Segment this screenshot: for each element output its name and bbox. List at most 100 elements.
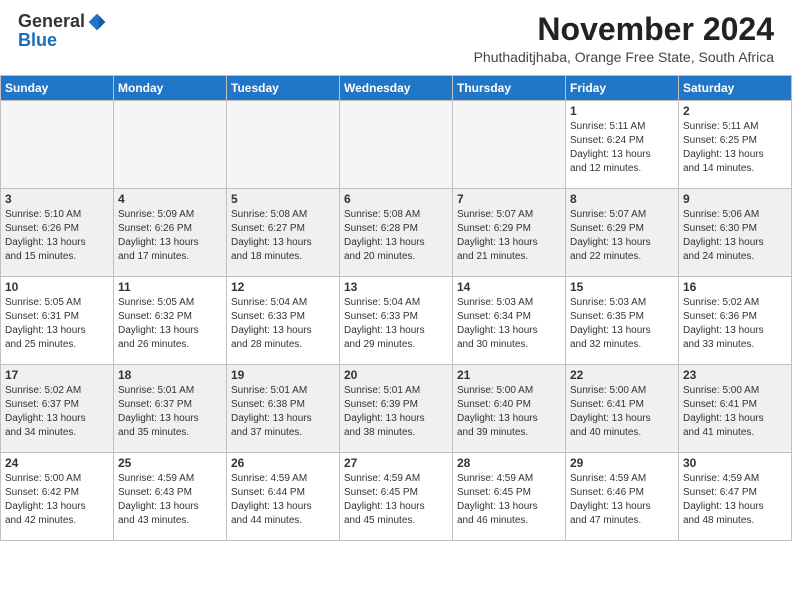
calendar-day-cell: 21Sunrise: 5:00 AM Sunset: 6:40 PM Dayli…: [453, 365, 566, 453]
logo-blue-text: Blue: [18, 30, 57, 51]
calendar-day-cell: 17 Sunrise: 5:02 AM Sunset: 6:37 PM Dayli…: [1, 365, 114, 453]
weekday-header-saturday: Saturday: [679, 76, 792, 101]
day-number: 16: [683, 280, 787, 294]
calendar-day-cell: 25Sunrise: 4:59 AM Sunset: 6:43 PM Dayli…: [114, 453, 227, 541]
day-detail: Sunrise: 4:59 AM Sunset: 6:45 PM Dayligh…: [457, 472, 561, 528]
calendar-table: SundayMondayTuesdayWednesdayThursdayFrid…: [0, 75, 792, 541]
day-number: 10: [5, 280, 109, 294]
calendar-day-cell: 19Sunrise: 5:01 AM Sunset: 6:38 PM Dayli…: [227, 365, 340, 453]
day-number: 4: [118, 192, 222, 206]
calendar-day-cell: [340, 101, 453, 189]
calendar-week-row: 3 Sunrise: 5:10 AM Sunset: 6:26 PM Daylig…: [1, 189, 792, 277]
day-detail: Sunrise: 5:02 AM Sunset: 6:37 PM Dayligh…: [5, 384, 109, 440]
day-number: 14: [457, 280, 561, 294]
calendar-day-cell: 24 Sunrise: 5:00 AM Sunset: 6:42 PM Dayli…: [1, 453, 114, 541]
calendar-week-row: 10Sunrise: 5:05 AM Sunset: 6:31 PM Dayli…: [1, 277, 792, 365]
calendar-day-cell: [1, 101, 114, 189]
calendar-day-cell: 10Sunrise: 5:05 AM Sunset: 6:31 PM Dayli…: [1, 277, 114, 365]
calendar-day-cell: 27Sunrise: 4:59 AM Sunset: 6:45 PM Dayli…: [340, 453, 453, 541]
day-detail: Sunrise: 5:04 AM Sunset: 6:33 PM Dayligh…: [231, 296, 335, 352]
day-detail: Sunrise: 5:08 AM Sunset: 6:28 PM Dayligh…: [344, 208, 448, 264]
day-number: 26: [231, 456, 335, 470]
day-detail: Sunrise: 4:59 AM Sunset: 6:45 PM Dayligh…: [344, 472, 448, 528]
calendar-day-cell: 12 Sunrise: 5:04 AM Sunset: 6:33 PM Dayli…: [227, 277, 340, 365]
location-title: Phuthaditjhaba, Orange Free State, South…: [474, 49, 774, 65]
day-number: 24: [5, 456, 109, 470]
calendar-day-cell: [227, 101, 340, 189]
day-detail: Sunrise: 5:09 AM Sunset: 6:26 PM Dayligh…: [118, 208, 222, 264]
day-detail: Sunrise: 5:00 AM Sunset: 6:42 PM Dayligh…: [5, 472, 109, 528]
weekday-header-sunday: Sunday: [1, 76, 114, 101]
calendar-week-row: 17 Sunrise: 5:02 AM Sunset: 6:37 PM Dayli…: [1, 365, 792, 453]
month-title: November 2024: [474, 12, 774, 47]
day-number: 17: [5, 368, 109, 382]
day-number: 30: [683, 456, 787, 470]
calendar-day-cell: 11 Sunrise: 5:05 AM Sunset: 6:32 PM Dayli…: [114, 277, 227, 365]
logo-icon: [87, 12, 107, 32]
calendar-week-row: 24 Sunrise: 5:00 AM Sunset: 6:42 PM Dayli…: [1, 453, 792, 541]
day-detail: Sunrise: 5:00 AM Sunset: 6:41 PM Dayligh…: [683, 384, 787, 440]
weekday-header-thursday: Thursday: [453, 76, 566, 101]
day-number: 29: [570, 456, 674, 470]
day-detail: Sunrise: 5:05 AM Sunset: 6:32 PM Dayligh…: [118, 296, 222, 352]
day-detail: Sunrise: 4:59 AM Sunset: 6:46 PM Dayligh…: [570, 472, 674, 528]
day-number: 25: [118, 456, 222, 470]
calendar-day-cell: 7 Sunrise: 5:07 AM Sunset: 6:29 PM Daylig…: [453, 189, 566, 277]
calendar-day-cell: 29 Sunrise: 4:59 AM Sunset: 6:46 PM Dayli…: [566, 453, 679, 541]
calendar-day-cell: [114, 101, 227, 189]
day-number: 18: [118, 368, 222, 382]
calendar-day-cell: 20 Sunrise: 5:01 AM Sunset: 6:39 PM Dayli…: [340, 365, 453, 453]
day-detail: Sunrise: 5:07 AM Sunset: 6:29 PM Dayligh…: [570, 208, 674, 264]
day-number: 6: [344, 192, 448, 206]
day-number: 28: [457, 456, 561, 470]
day-detail: Sunrise: 4:59 AM Sunset: 6:47 PM Dayligh…: [683, 472, 787, 528]
day-detail: Sunrise: 5:00 AM Sunset: 6:41 PM Dayligh…: [570, 384, 674, 440]
day-number: 23: [683, 368, 787, 382]
day-detail: Sunrise: 5:11 AM Sunset: 6:24 PM Dayligh…: [570, 120, 674, 176]
calendar-day-cell: 8 Sunrise: 5:07 AM Sunset: 6:29 PM Daylig…: [566, 189, 679, 277]
day-detail: Sunrise: 4:59 AM Sunset: 6:44 PM Dayligh…: [231, 472, 335, 528]
page-header: General Blue November 2024 Phuthaditjhab…: [0, 0, 792, 71]
calendar-day-cell: 16 Sunrise: 5:02 AM Sunset: 6:36 PM Dayli…: [679, 277, 792, 365]
calendar-day-cell: 22 Sunrise: 5:00 AM Sunset: 6:41 PM Dayli…: [566, 365, 679, 453]
day-detail: Sunrise: 5:08 AM Sunset: 6:27 PM Dayligh…: [231, 208, 335, 264]
day-detail: Sunrise: 5:01 AM Sunset: 6:37 PM Dayligh…: [118, 384, 222, 440]
title-block: November 2024 Phuthaditjhaba, Orange Fre…: [474, 12, 774, 65]
weekday-header-friday: Friday: [566, 76, 679, 101]
logo: General Blue: [18, 12, 107, 51]
calendar-day-cell: 14 Sunrise: 5:03 AM Sunset: 6:34 PM Dayli…: [453, 277, 566, 365]
calendar-day-cell: 4 Sunrise: 5:09 AM Sunset: 6:26 PM Daylig…: [114, 189, 227, 277]
day-detail: Sunrise: 5:03 AM Sunset: 6:35 PM Dayligh…: [570, 296, 674, 352]
day-detail: Sunrise: 5:07 AM Sunset: 6:29 PM Dayligh…: [457, 208, 561, 264]
day-number: 5: [231, 192, 335, 206]
calendar-day-cell: 15Sunrise: 5:03 AM Sunset: 6:35 PM Dayli…: [566, 277, 679, 365]
weekday-header-tuesday: Tuesday: [227, 76, 340, 101]
calendar-day-cell: 26 Sunrise: 4:59 AM Sunset: 6:44 PM Dayli…: [227, 453, 340, 541]
day-number: 21: [457, 368, 561, 382]
day-number: 1: [570, 104, 674, 118]
calendar-day-cell: 30 Sunrise: 4:59 AM Sunset: 6:47 PM Dayli…: [679, 453, 792, 541]
weekday-header-wednesday: Wednesday: [340, 76, 453, 101]
calendar-day-cell: [453, 101, 566, 189]
calendar-day-cell: 5 Sunrise: 5:08 AM Sunset: 6:27 PM Daylig…: [227, 189, 340, 277]
day-detail: Sunrise: 5:04 AM Sunset: 6:33 PM Dayligh…: [344, 296, 448, 352]
day-number: 20: [344, 368, 448, 382]
day-detail: Sunrise: 5:01 AM Sunset: 6:39 PM Dayligh…: [344, 384, 448, 440]
day-number: 13: [344, 280, 448, 294]
day-number: 22: [570, 368, 674, 382]
day-number: 7: [457, 192, 561, 206]
day-number: 12: [231, 280, 335, 294]
calendar-day-cell: 28 Sunrise: 4:59 AM Sunset: 6:45 PM Dayli…: [453, 453, 566, 541]
day-number: 8: [570, 192, 674, 206]
day-detail: Sunrise: 5:11 AM Sunset: 6:25 PM Dayligh…: [683, 120, 787, 176]
day-number: 2: [683, 104, 787, 118]
day-detail: Sunrise: 5:03 AM Sunset: 6:34 PM Dayligh…: [457, 296, 561, 352]
logo-general-text: General: [18, 12, 85, 32]
day-detail: Sunrise: 5:01 AM Sunset: 6:38 PM Dayligh…: [231, 384, 335, 440]
day-detail: Sunrise: 5:02 AM Sunset: 6:36 PM Dayligh…: [683, 296, 787, 352]
day-number: 11: [118, 280, 222, 294]
calendar-day-cell: 2 Sunrise: 5:11 AM Sunset: 6:25 PM Daylig…: [679, 101, 792, 189]
day-detail: Sunrise: 5:10 AM Sunset: 6:26 PM Dayligh…: [5, 208, 109, 264]
day-number: 3: [5, 192, 109, 206]
weekday-header-monday: Monday: [114, 76, 227, 101]
